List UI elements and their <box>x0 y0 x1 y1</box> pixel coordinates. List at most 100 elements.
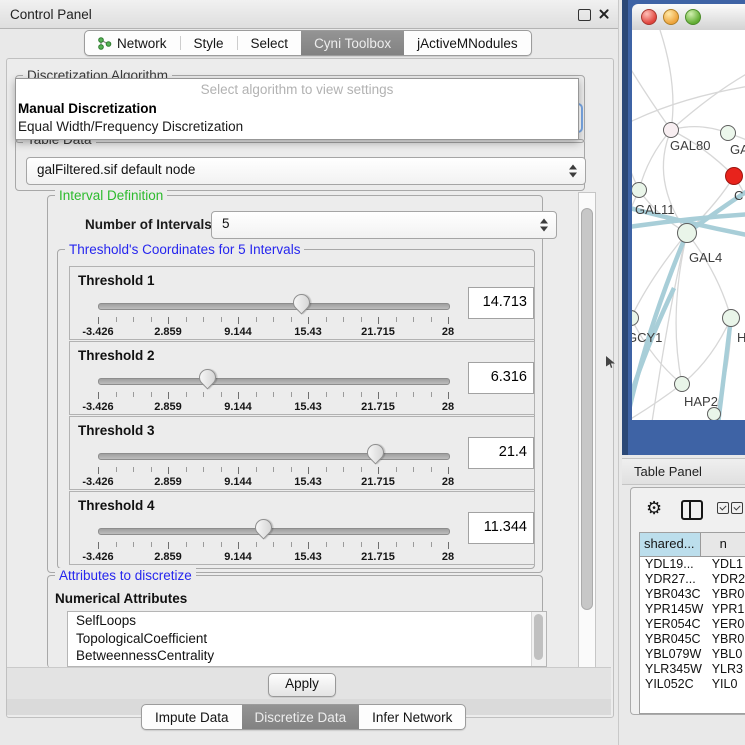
table-row[interactable]: YBR045CYBR0 <box>640 632 745 647</box>
split-columns-icon[interactable] <box>681 500 703 520</box>
close-icon[interactable] <box>598 8 610 20</box>
slider-tick <box>326 317 327 322</box>
slider-track[interactable] <box>98 453 450 460</box>
slider-thumb[interactable] <box>363 440 387 464</box>
slider-tick <box>221 542 222 547</box>
network-node[interactable] <box>722 309 740 327</box>
table-cell[interactable]: YBR045C <box>640 632 707 647</box>
tab-style[interactable]: Style <box>181 31 237 55</box>
popup-item-equal-width-frequency[interactable]: Equal Width/Frequency Discretization <box>16 118 578 137</box>
combobox-value: galFiltered.sif default node <box>37 162 195 177</box>
tab-select[interactable]: Select <box>238 31 302 55</box>
slider-track[interactable] <box>98 303 450 310</box>
table-cell[interactable]: YDL1 <box>707 557 745 572</box>
table-cell[interactable]: YDL19... <box>640 557 707 572</box>
threshold-value-field[interactable]: 6.316 <box>468 362 534 394</box>
table-row[interactable]: YDR27...YDR2 <box>640 572 745 587</box>
attribute-list-item[interactable]: TopologicalCoefficient <box>68 630 546 648</box>
threshold-value-field[interactable]: 14.713 <box>468 287 534 319</box>
table-cell[interactable]: YIL052C <box>640 677 707 692</box>
attribute-list-item[interactable]: BetweennessCentrality <box>68 647 546 665</box>
float-window-icon[interactable] <box>578 9 591 21</box>
table-body: YDL19...YDL1YDR27...YDR2YBR043CYBR0YPR14… <box>640 557 745 692</box>
scrollbar-thumb[interactable] <box>581 208 593 610</box>
slider-tick <box>186 467 187 472</box>
popup-item-manual-discretization[interactable]: Manual Discretization <box>16 100 578 119</box>
slider-tick <box>151 317 152 322</box>
apply-button[interactable]: Apply <box>268 673 336 697</box>
table-row[interactable]: YBL079WYBL0 <box>640 647 745 662</box>
table-cell[interactable]: YIL0 <box>707 677 745 692</box>
column-header-shared-name[interactable]: shared... <box>640 533 701 556</box>
table-cell[interactable]: YBR0 <box>707 587 745 602</box>
table-cell[interactable]: YPR145W <box>640 602 707 617</box>
scrollbar-thumb[interactable] <box>534 614 543 660</box>
threshold-label: Threshold 3 <box>78 423 155 438</box>
network-node[interactable] <box>720 125 736 141</box>
table-panel-bar[interactable]: Table Panel <box>622 458 745 485</box>
table-data-combobox[interactable]: galFiltered.sif default node <box>26 157 586 185</box>
zoom-traffic-light[interactable] <box>685 9 701 25</box>
slider-track[interactable] <box>98 378 450 385</box>
network-node-gal4[interactable] <box>677 223 697 243</box>
close-traffic-light[interactable] <box>641 9 657 25</box>
table-row[interactable]: YLR345WYLR3 <box>640 662 745 677</box>
tab-discretize-data[interactable]: Discretize Data <box>242 705 360 729</box>
slider-thumb[interactable] <box>289 290 313 314</box>
panel-scrollbar[interactable] <box>578 192 596 668</box>
network-edge <box>671 72 745 130</box>
minimize-traffic-light[interactable] <box>663 9 679 25</box>
slider-thumb[interactable] <box>251 515 275 539</box>
table-cell[interactable]: YPR1 <box>707 602 745 617</box>
table-cell[interactable]: YLR345W <box>640 662 707 677</box>
network-edge <box>639 130 671 190</box>
tab-cyni-toolbox[interactable]: Cyni Toolbox <box>301 31 404 55</box>
threshold-label: Threshold 1 <box>78 273 155 288</box>
table-row[interactable]: YBR043CYBR0 <box>640 587 745 602</box>
tab-jactivemnodules[interactable]: jActiveMNodules <box>404 31 531 55</box>
attribute-list-item[interactable]: SelfLoops <box>68 612 546 630</box>
table-cell[interactable]: YDR27... <box>640 572 707 587</box>
table-cell[interactable]: YLR3 <box>707 662 745 677</box>
network-node[interactable] <box>725 167 743 185</box>
slider-tick <box>308 542 309 549</box>
tab-network[interactable]: Network <box>85 31 180 55</box>
number-of-intervals-combobox[interactable]: 5 <box>211 211 557 239</box>
node-label: H <box>737 330 745 345</box>
table-row[interactable]: YDL19...YDL1 <box>640 557 745 572</box>
table-cell[interactable]: YBL079W <box>640 647 707 662</box>
control-panel-titlebar[interactable]: Control Panel <box>0 0 618 29</box>
slider-tick-label: 28 <box>442 476 454 488</box>
checkbox-checked-icon[interactable] <box>717 502 729 514</box>
tab-impute-data[interactable]: Impute Data <box>142 705 242 729</box>
slider-tick <box>203 317 204 322</box>
table-row[interactable]: YER054CYER0 <box>640 617 745 632</box>
table-row[interactable]: YIL052CYIL0 <box>640 677 745 692</box>
network-window-titlebar[interactable] <box>632 4 745 31</box>
table-cell[interactable]: YBL0 <box>707 647 745 662</box>
settings-gear-icon[interactable]: ⚙ <box>646 497 662 519</box>
list-scrollbar[interactable] <box>531 612 546 666</box>
checkbox-checked-icon[interactable] <box>731 502 743 514</box>
column-header-name[interactable]: n <box>701 533 745 556</box>
table-row[interactable]: YPR145WYPR1 <box>640 602 745 617</box>
table-cell[interactable]: YER054C <box>640 617 707 632</box>
slider-tick <box>448 392 449 399</box>
table-cell[interactable]: YDR2 <box>707 572 745 587</box>
slider-ticks <box>98 392 448 400</box>
table-cell[interactable]: YBR0 <box>707 632 745 647</box>
slider-thumb[interactable] <box>195 365 219 389</box>
network-canvas[interactable]: GAL80GAGAL11CGAL4GCY1HHAP2 <box>632 30 745 420</box>
network-edge <box>632 233 687 420</box>
threshold-value-field[interactable]: 11.344 <box>468 512 534 544</box>
network-node-hap2[interactable] <box>674 376 690 392</box>
slider-track[interactable] <box>98 528 450 535</box>
numerical-attributes-list[interactable]: SelfLoopsTopologicalCoefficientBetweenne… <box>67 611 547 667</box>
table-cell[interactable]: YBR043C <box>640 587 707 602</box>
network-node-gal80[interactable] <box>663 122 679 138</box>
slider-tick <box>133 542 134 547</box>
slider-tick <box>361 542 362 547</box>
threshold-value-field[interactable]: 21.4 <box>468 437 534 469</box>
tab-infer-network[interactable]: Infer Network <box>359 705 465 729</box>
table-cell[interactable]: YER0 <box>707 617 745 632</box>
